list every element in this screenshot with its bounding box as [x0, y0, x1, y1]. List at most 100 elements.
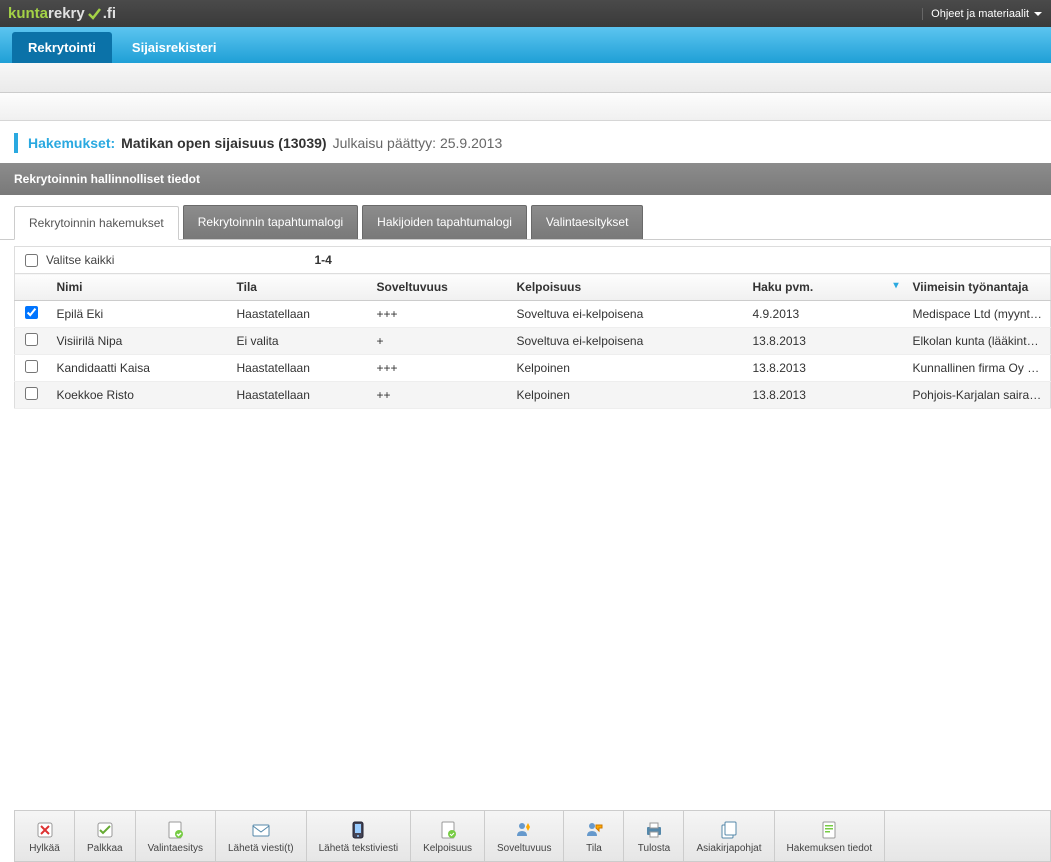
action-label: Lähetä viesti(t) [228, 843, 294, 854]
title-prefix: Hakemukset: [28, 135, 115, 151]
asiakirja-icon [718, 819, 740, 841]
select-all-label: Valitse kaikki [46, 253, 114, 267]
title-main: Matikan open sijaisuus (13039) [121, 135, 326, 151]
cell-nimi: Koekkoe Risto [49, 382, 229, 409]
help-menu[interactable]: Ohjeet ja materiaalit [922, 8, 1043, 20]
action-label: Asiakirjapohjat [696, 843, 761, 854]
action-label: Palkkaa [87, 843, 123, 854]
row-checkbox[interactable] [25, 306, 38, 319]
action-kelpoisuus[interactable]: Kelpoisuus [411, 811, 485, 861]
row-checkbox[interactable] [25, 360, 38, 373]
logo-check-icon [87, 7, 101, 21]
tab-hakijoiden[interactable]: Hakijoiden tapahtumalogi [362, 205, 527, 239]
action-toolbar: Hylkää Palkkaa Valintaesitys Lähetä viesti(… [14, 810, 1051, 862]
action-soveltuvuus[interactable]: Soveltuvuus [485, 811, 564, 861]
action-asiakirja[interactable]: Asiakirjapohjat [684, 811, 774, 861]
sort-indicator-icon: ▾ [893, 280, 898, 291]
action-tekstiviesti[interactable]: Lähetä tekstiviesti [307, 811, 412, 861]
hakemus-icon [818, 819, 840, 841]
nav-tab-rekrytointi[interactable]: Rekrytointi [12, 32, 112, 63]
row-checkbox[interactable] [25, 387, 38, 400]
action-hylkaa[interactable]: Hylkää [15, 811, 75, 861]
col-haku[interactable]: Haku pvm.▾ [745, 274, 905, 301]
cell-kelpoisuus: Soveltuva ei-kelpoisena [509, 328, 745, 355]
table-row[interactable]: Koekkoe RistoHaastatellaan++Kelpoinen13.… [15, 382, 1051, 409]
navbar: Rekrytointi Sijaisrekisteri [0, 27, 1051, 63]
title-suffix: Julkaisu päättyy: 25.9.2013 [333, 135, 503, 151]
section-header: Rekrytoinnin hallinnolliset tiedot [0, 163, 1051, 195]
nav-tab-sijaisrekisteri[interactable]: Sijaisrekisteri [116, 32, 233, 63]
action-tulosta[interactable]: Tulosta [624, 811, 684, 861]
logo-suffix: .fi [103, 5, 116, 22]
tab-valintaesitykset[interactable]: Valintaesitykset [531, 205, 643, 239]
palkkaa-icon [94, 819, 116, 841]
row-count: 1-4 [314, 253, 331, 267]
cell-haku: 13.8.2013 [745, 355, 905, 382]
cell-employer: Medispace Ltd (myyntiedust [905, 301, 1051, 328]
action-label: Tila [586, 843, 602, 854]
cell-employer: Pohjois-Karjalan sairaanhoit [905, 382, 1051, 409]
action-hakemus[interactable]: Hakemuksen tiedot [775, 811, 886, 861]
title-accent [14, 133, 18, 153]
col-employer[interactable]: Viimeisin työnantaja [905, 274, 1051, 301]
cell-soveltuvuus: +++ [369, 355, 509, 382]
col-checkbox [15, 274, 49, 301]
cell-employer: Kunnallinen firma Oy (Toimi [905, 355, 1051, 382]
action-palkkaa[interactable]: Palkkaa [75, 811, 136, 861]
kelpoisuus-icon [437, 819, 459, 841]
breadcrumb-spacer [0, 93, 1051, 121]
cell-employer: Elkolan kunta (lääkintävahti [905, 328, 1051, 355]
table-row[interactable]: Kandidaatti KaisaHaastatellaan+++Kelpoin… [15, 355, 1051, 382]
action-label: Soveltuvuus [497, 843, 551, 854]
cell-soveltuvuus: +++ [369, 301, 509, 328]
applicants-table: Nimi Tila Soveltuvuus Kelpoisuus Haku pv… [14, 273, 1051, 409]
action-label: Tulosta [638, 843, 670, 854]
cell-soveltuvuus: + [369, 328, 509, 355]
action-valintaesitys[interactable]: Valintaesitys [136, 811, 216, 861]
select-all-row: Valitse kaikki 1-4 [14, 246, 1051, 273]
col-kelpoisuus[interactable]: Kelpoisuus [509, 274, 745, 301]
cell-nimi: Visiirilä Nipa [49, 328, 229, 355]
logo: kuntarekry .fi [8, 5, 116, 22]
col-tila[interactable]: Tila [229, 274, 369, 301]
sub-toolbar [0, 63, 1051, 93]
tulosta-icon [643, 819, 665, 841]
action-viesti[interactable]: Lähetä viesti(t) [216, 811, 307, 861]
help-menu-label: Ohjeet ja materiaalit [931, 8, 1029, 20]
topbar: kuntarekry .fi Ohjeet ja materiaalit [0, 0, 1051, 27]
cell-kelpoisuus: Soveltuva ei-kelpoisena [509, 301, 745, 328]
cell-haku: 4.9.2013 [745, 301, 905, 328]
action-tila[interactable]: Tila [564, 811, 624, 861]
cell-nimi: Kandidaatti Kaisa [49, 355, 229, 382]
viesti-icon [250, 819, 272, 841]
row-checkbox[interactable] [25, 333, 38, 346]
cell-soveltuvuus: ++ [369, 382, 509, 409]
soveltuvuus-icon [513, 819, 535, 841]
cell-kelpoisuus: Kelpoinen [509, 355, 745, 382]
cell-tila: Haastatellaan [229, 355, 369, 382]
col-nimi[interactable]: Nimi [49, 274, 229, 301]
cell-tila: Ei valita [229, 328, 369, 355]
tila-icon [583, 819, 605, 841]
table-row[interactable]: Visiirilä NipaEi valita+Soveltuva ei-kel… [15, 328, 1051, 355]
cell-nimi: Epilä Eki [49, 301, 229, 328]
logo-part1: kunta [8, 5, 48, 22]
cell-kelpoisuus: Kelpoinen [509, 382, 745, 409]
tab-hakemukset[interactable]: Rekrytoinnin hakemukset [14, 206, 179, 240]
chevron-down-icon [1033, 9, 1043, 19]
tab-tapahtumalogi[interactable]: Rekrytoinnin tapahtumalogi [183, 205, 358, 239]
cell-tila: Haastatellaan [229, 301, 369, 328]
logo-part2: rekry [48, 5, 85, 22]
action-label: Valintaesitys [148, 843, 203, 854]
cell-haku: 13.8.2013 [745, 382, 905, 409]
select-all-checkbox[interactable] [25, 254, 38, 267]
cell-tila: Haastatellaan [229, 382, 369, 409]
action-label: Hylkää [29, 843, 60, 854]
cell-haku: 13.8.2013 [745, 328, 905, 355]
hylkaa-icon [34, 819, 56, 841]
table-row[interactable]: Epilä EkiHaastatellaan+++Soveltuva ei-ke… [15, 301, 1051, 328]
tekstiviesti-icon [347, 819, 369, 841]
action-label: Hakemuksen tiedot [787, 843, 873, 854]
col-soveltuvuus[interactable]: Soveltuvuus [369, 274, 509, 301]
tabs: Rekrytoinnin hakemukset Rekrytoinnin tap… [0, 205, 1051, 240]
